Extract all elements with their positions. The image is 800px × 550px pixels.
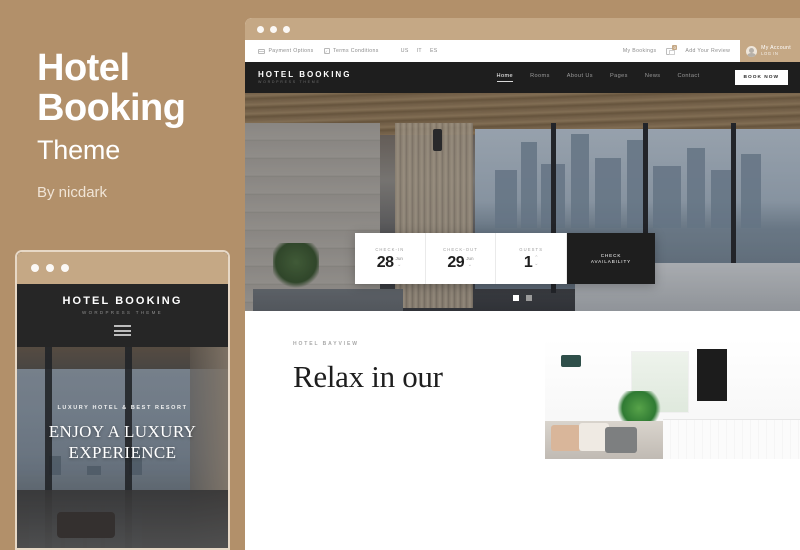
promo-block: Hotel Booking Theme By nicdark xyxy=(37,48,237,201)
my-account-button[interactable]: My Account LOG IN xyxy=(740,40,800,62)
room-cushion xyxy=(551,425,581,451)
checkbox-icon: ✓ xyxy=(323,48,330,54)
desktop-window-titlebar xyxy=(245,18,800,40)
room-cushion xyxy=(605,427,637,453)
window-dot-close-icon xyxy=(257,25,264,33)
mobile-hero-kicker: LUXURY HOTEL & BEST RESORT xyxy=(57,405,188,411)
guests-label: GUESTS xyxy=(519,246,544,252)
content-text-block: HOTEL BAYVIEW Relax in our xyxy=(245,341,545,550)
checkout-label: CHECK-OUT xyxy=(443,246,478,252)
topbar-right-group: My Bookings 0 Add Your Review My Account… xyxy=(623,40,800,62)
guests-field[interactable]: GUESTS 1 ⌃ ⌄ xyxy=(496,233,568,284)
credit-card-icon xyxy=(258,48,265,54)
mobile-logo: HOTEL BOOKING xyxy=(62,295,183,307)
promo-title-line2: Booking xyxy=(37,87,186,130)
guests-value: 1 xyxy=(523,253,533,271)
window-dot-minimize-icon xyxy=(270,25,277,33)
cart-count-badge: 0 xyxy=(672,44,678,50)
site-logo[interactable]: HOTEL BOOKING WORDPRESS THEME xyxy=(258,69,352,85)
site-logo-subtitle: WORDPRESS THEME xyxy=(258,79,321,84)
checkin-label: CHECK-IN xyxy=(375,246,405,252)
book-now-button[interactable]: BOOK NOW xyxy=(734,70,788,85)
promo-title: Hotel Booking xyxy=(37,48,237,129)
check-availability-line2: AVAILABILITY xyxy=(590,259,632,265)
slider-dot-1[interactable] xyxy=(513,295,519,301)
check-availability-line1: CHECK xyxy=(600,252,622,258)
mobile-logo-subtitle: WORDPRESS THEME xyxy=(82,310,163,315)
language-us[interactable]: US xyxy=(401,48,409,54)
guests-value-row: 1 ⌃ ⌄ xyxy=(523,253,539,271)
mobile-hero-text: LUXURY HOTEL & BEST RESORT ENJOY A LUXUR… xyxy=(17,405,228,464)
site-topbar: Payment Options ✓ Terms Conditions US IT… xyxy=(245,40,800,62)
add-your-review-link[interactable]: Add Your Review xyxy=(685,48,730,54)
nav-item-pages[interactable]: Pages xyxy=(610,73,628,82)
mobile-mockup: HOTEL BOOKING WORDPRESS THEME LUXURY HOT… xyxy=(15,250,230,550)
check-availability-button[interactable]: CHECK AVAILABILITY xyxy=(567,233,656,284)
hero-slider-dots xyxy=(245,295,800,301)
window-dot-minimize-icon xyxy=(46,264,54,272)
mobile-hero-image: LUXURY HOTEL & BEST RESORT ENJOY A LUXUR… xyxy=(17,347,228,548)
checkout-value-row: 29 Jun ⌄ xyxy=(447,253,473,271)
quantity-stepper[interactable]: ⌃ ⌄ xyxy=(534,255,538,267)
language-switcher: US IT ES xyxy=(401,48,438,54)
mobile-hero-heading-line2: EXPERIENCE xyxy=(68,443,177,463)
room-dark-panel xyxy=(697,349,727,401)
nav-item-home[interactable]: Home xyxy=(496,73,514,82)
room-wall-planter xyxy=(561,355,581,367)
chevron-down-icon[interactable]: ⌄ xyxy=(396,262,403,268)
language-es[interactable]: ES xyxy=(430,48,438,54)
mobile-hero-heading-line1: ENJOY A LUXURY xyxy=(48,422,197,441)
slider-dot-2[interactable] xyxy=(526,295,532,301)
window-dot-maximize-icon xyxy=(61,264,69,272)
content-room-image xyxy=(545,339,800,459)
chevron-up-icon[interactable]: ⌃ xyxy=(534,255,538,261)
content-section: HOTEL BAYVIEW Relax in our xyxy=(245,311,800,550)
shopping-bag-icon[interactable]: 0 xyxy=(666,44,678,55)
terms-conditions-label: Terms Conditions xyxy=(333,48,379,54)
promo-subtitle: Theme xyxy=(37,134,121,165)
nav-item-about-us[interactable]: About Us xyxy=(567,73,593,82)
checkout-field[interactable]: CHECK-OUT 29 Jun ⌄ xyxy=(426,233,497,284)
promo-author: By nicdark xyxy=(37,184,108,202)
chevron-down-icon[interactable]: ⌄ xyxy=(466,262,473,268)
checkin-month: Jun xyxy=(395,255,403,261)
checkout-month: Jun xyxy=(466,255,474,261)
account-status: LOG IN xyxy=(761,50,779,56)
promo-title-line1: Hotel xyxy=(37,47,130,89)
left-promo-panel: Hotel Booking Theme By nicdark HOTEL BOO… xyxy=(0,0,240,550)
mobile-navbar: HOTEL BOOKING WORDPRESS THEME xyxy=(17,284,228,347)
window-dot-close-icon xyxy=(31,264,39,272)
primary-navigation: Home Rooms About Us Pages News Contact B… xyxy=(496,70,800,85)
topbar-left-group: Payment Options ✓ Terms Conditions US IT… xyxy=(258,48,438,54)
payment-options-label: Payment Options xyxy=(268,48,314,54)
nav-item-news[interactable]: News xyxy=(645,73,661,82)
chevron-down-icon[interactable]: ⌄ xyxy=(534,261,538,267)
window-dot-maximize-icon xyxy=(283,25,290,33)
content-heading: Relax in our xyxy=(293,359,443,394)
checkin-day: 28 xyxy=(376,253,394,271)
language-it[interactable]: IT xyxy=(417,48,422,54)
topbar-terms-conditions[interactable]: ✓ Terms Conditions xyxy=(323,48,379,54)
mobile-window-titlebar xyxy=(17,252,228,284)
room-counter xyxy=(663,419,800,459)
checkin-field[interactable]: CHECK-IN 28 Jun ⌄ xyxy=(355,233,426,284)
hamburger-icon[interactable] xyxy=(114,325,131,336)
account-text: My Account LOG IN xyxy=(761,45,791,57)
mobile-hero-heading: ENJOY A LUXURY EXPERIENCE xyxy=(17,421,228,464)
hero-section: CHECK-IN 28 Jun ⌄ CHECK-OUT 29 Jun ⌄ GUE… xyxy=(245,93,800,311)
nav-item-rooms[interactable]: Rooms xyxy=(530,73,550,82)
topbar-payment-options[interactable]: Payment Options xyxy=(258,48,314,54)
my-bookings-link[interactable]: My Bookings xyxy=(623,48,657,54)
site-navbar: HOTEL BOOKING WORDPRESS THEME Home Rooms… xyxy=(245,62,800,93)
user-avatar-icon xyxy=(746,45,758,57)
checkin-value-row: 28 Jun ⌄ xyxy=(376,253,403,271)
nav-item-contact[interactable]: Contact xyxy=(677,73,699,82)
site-logo-text: HOTEL BOOKING xyxy=(258,69,352,79)
content-kicker: HOTEL BAYVIEW xyxy=(293,341,359,347)
desktop-mockup: Payment Options ✓ Terms Conditions US IT… xyxy=(245,18,800,550)
checkout-month-group: Jun ⌄ xyxy=(466,255,473,268)
booking-form: CHECK-IN 28 Jun ⌄ CHECK-OUT 29 Jun ⌄ GUE… xyxy=(355,233,656,284)
checkout-day: 29 xyxy=(447,253,465,271)
checkin-month-group: Jun ⌄ xyxy=(396,255,403,268)
